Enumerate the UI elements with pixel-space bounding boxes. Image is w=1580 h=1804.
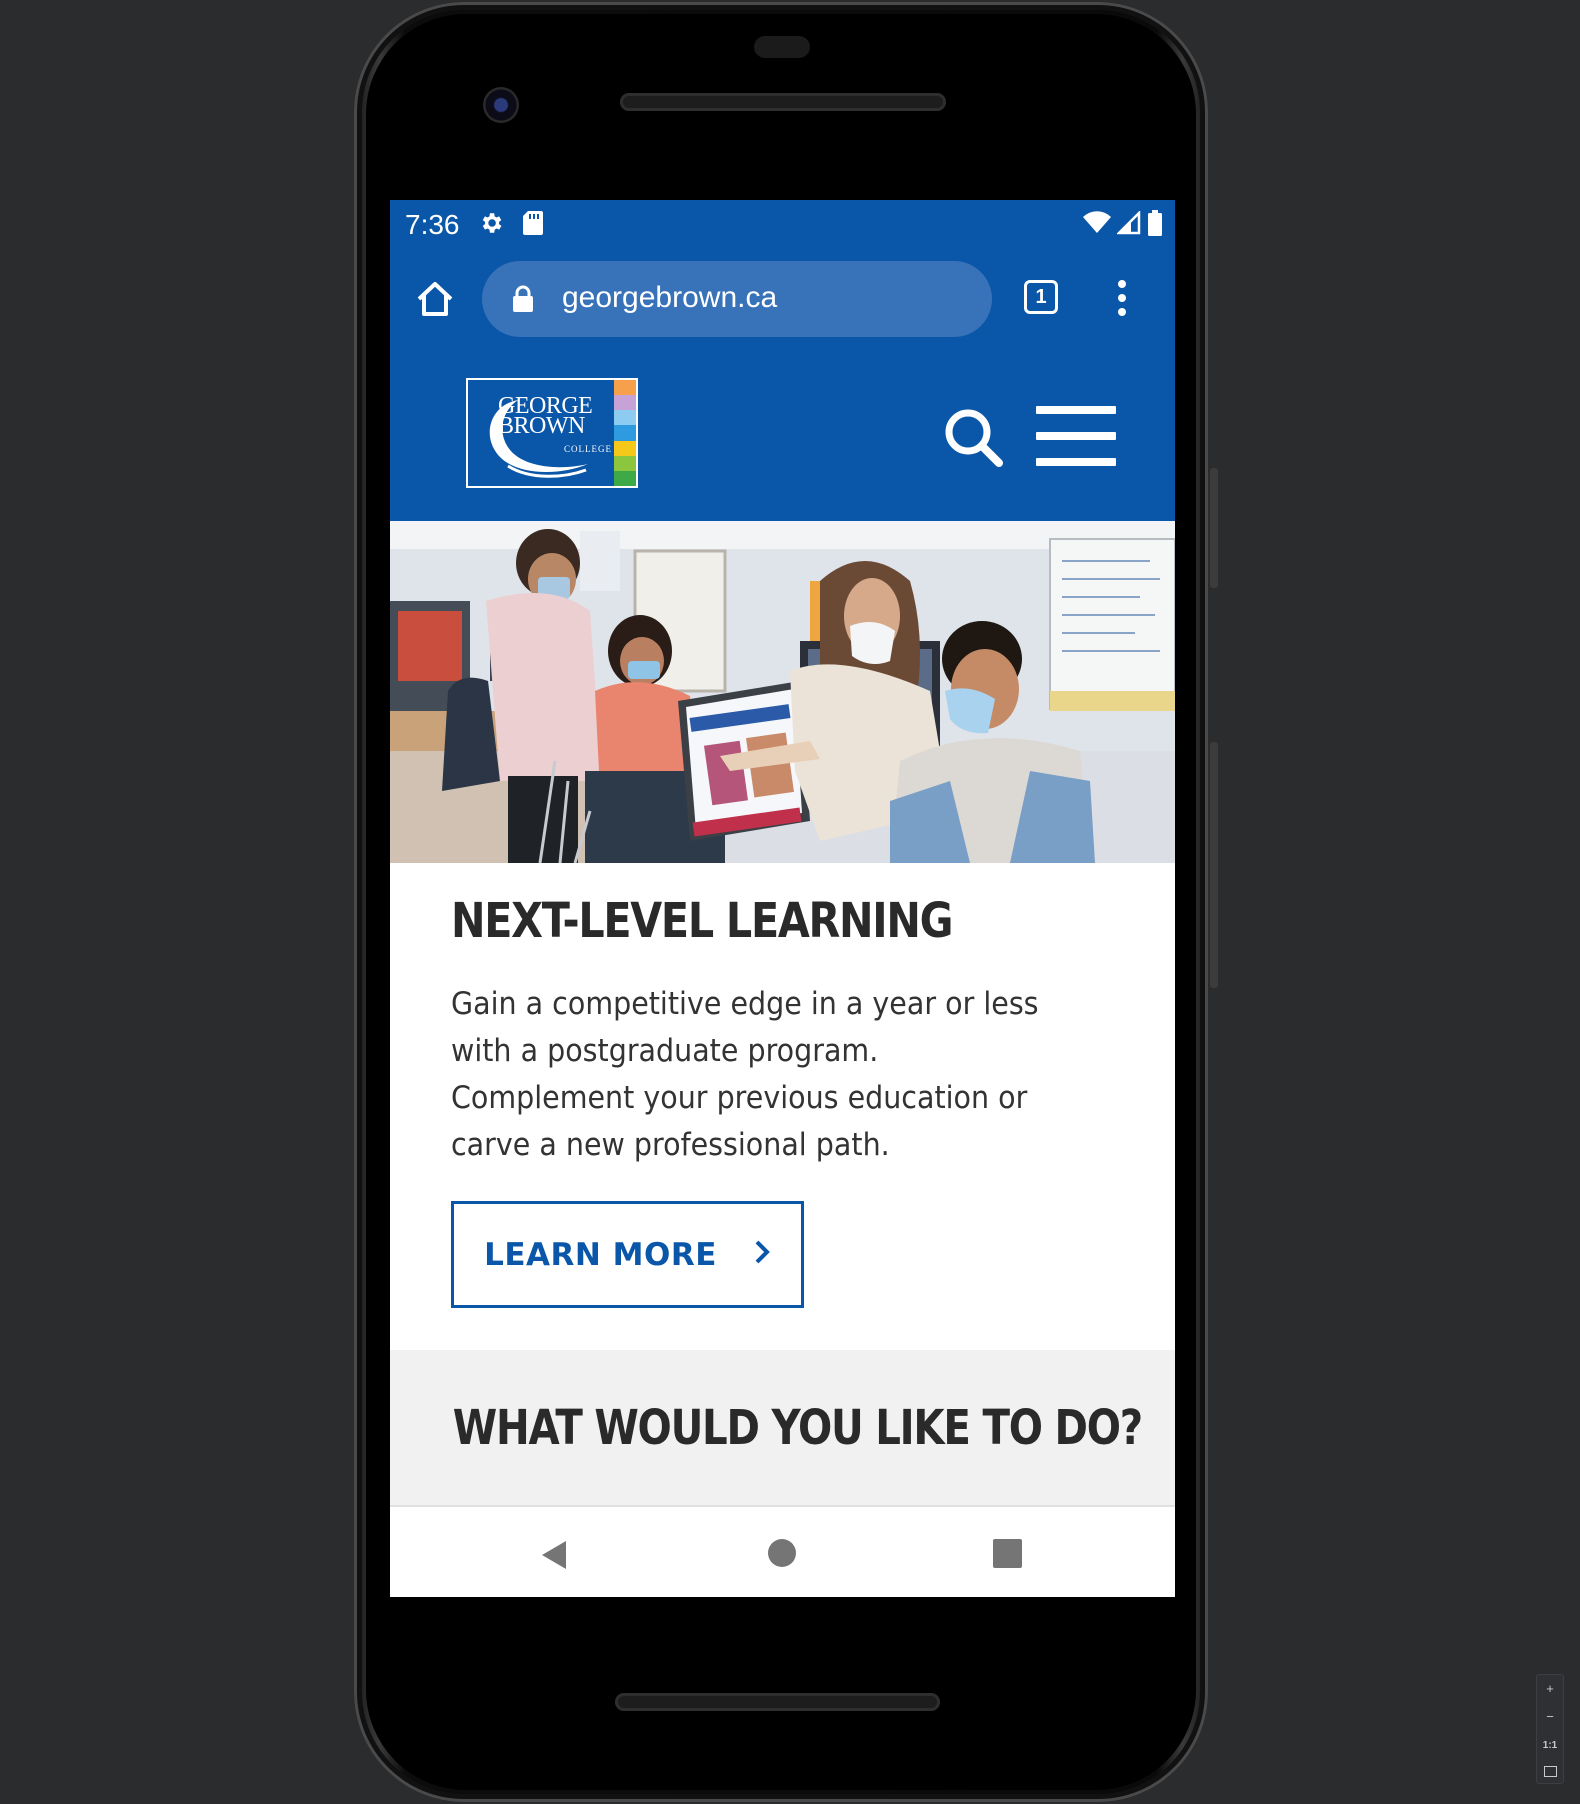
earpiece-speaker <box>620 93 946 111</box>
chevron-right-icon <box>753 1239 771 1270</box>
what-would-you-like-section: WHAT WOULD YOU LIKE TO DO? <box>390 1350 1175 1507</box>
lock-icon <box>512 285 534 318</box>
zoom-in-button[interactable]: + <box>1546 1681 1554 1697</box>
section-title: WHAT WOULD YOU LIKE TO DO? <box>452 1400 1143 1456</box>
recent-apps-icon[interactable] <box>993 1539 1022 1568</box>
search-icon[interactable] <box>942 406 1004 468</box>
learn-more-label: LEARN MORE <box>484 1236 717 1273</box>
settings-icon <box>478 210 504 241</box>
actual-size-button[interactable]: 1:1 <box>1543 1738 1557 1754</box>
front-camera <box>483 87 519 123</box>
fit-screen-icon[interactable] <box>1543 1765 1557 1777</box>
promo-headline: NEXT-LEVEL LEARNING <box>451 893 953 949</box>
promo-body: Gain a competitive edge in a year or les… <box>451 986 1039 1163</box>
tab-count: 1 <box>1035 285 1047 308</box>
back-icon[interactable] <box>540 1539 568 1571</box>
logo-wordmark: GEORGE BROWN <box>498 394 593 439</box>
status-indicators <box>1083 210 1163 236</box>
hamburger-menu-icon[interactable] <box>1036 406 1116 466</box>
learn-more-button[interactable]: LEARN MORE <box>451 1201 804 1308</box>
url-text: georgebrown.ca <box>562 281 778 314</box>
promo-section: NEXT-LEVEL LEARNING Gain a competitive e… <box>390 863 1175 1350</box>
emulator-zoom-controls: + − 1:1 <box>1536 1674 1564 1784</box>
battery-icon <box>1148 210 1162 236</box>
tab-switcher-button[interactable]: 1 <box>1024 280 1058 314</box>
hero-image <box>390 521 1175 863</box>
cellular-signal-icon <box>1117 211 1141 235</box>
bottom-speaker <box>615 1693 940 1711</box>
logo-line-3: COLLEGE <box>564 444 612 454</box>
sd-card-icon <box>522 210 544 241</box>
hero-photo-students <box>390 521 1175 863</box>
status-time: 7:36 <box>405 209 460 240</box>
home-icon[interactable] <box>414 278 456 320</box>
address-bar[interactable]: georgebrown.ca <box>482 261 992 337</box>
status-bar: 7:36 <box>390 200 1175 246</box>
home-circle-icon[interactable] <box>768 1539 796 1567</box>
browser-toolbar: georgebrown.ca 1 <box>390 246 1175 354</box>
zoom-out-button[interactable]: − <box>1546 1709 1554 1725</box>
android-navigation-bar <box>390 1507 1175 1597</box>
wifi-icon <box>1083 211 1111 233</box>
power-button[interactable] <box>1210 468 1218 588</box>
volume-button[interactable] <box>1210 742 1218 988</box>
device-screen: 7:36 georgebrown.ca 1 GEORGE BROWN COLLE… <box>390 200 1175 1597</box>
site-header: GEORGE BROWN COLLEGE <box>390 354 1175 521</box>
logo-line-2: BROWN <box>498 413 585 439</box>
logo-color-stripe <box>614 380 636 486</box>
more-options-icon[interactable] <box>1112 276 1132 320</box>
george-brown-logo[interactable]: GEORGE BROWN COLLEGE <box>466 378 638 488</box>
proximity-sensor <box>754 36 810 58</box>
